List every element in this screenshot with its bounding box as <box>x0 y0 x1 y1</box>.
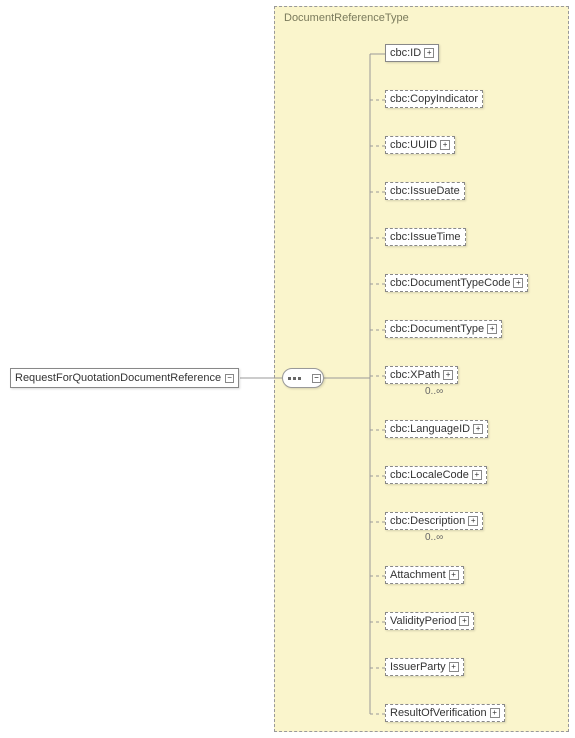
child-element-node[interactable]: cbc:DocumentTypeCode+ <box>385 274 528 292</box>
child-element-node[interactable]: cbc:Description+ <box>385 512 483 530</box>
expand-plus-icon[interactable]: + <box>449 662 459 672</box>
expand-plus-icon[interactable]: + <box>449 570 459 580</box>
child-element-label: cbc:IssueDate <box>390 185 460 197</box>
expand-plus-icon[interactable]: + <box>472 470 482 480</box>
child-element-label: cbc:CopyIndicator <box>390 93 478 105</box>
child-element-label: Attachment <box>390 569 446 581</box>
child-element-label: cbc:LocaleCode <box>390 469 469 481</box>
child-element-node[interactable]: cbc:LanguageID+ <box>385 420 488 438</box>
child-element-label: cbc:UUID <box>390 139 437 151</box>
child-element-node[interactable]: cbc:ID+ <box>385 44 439 62</box>
child-element-label: cbc:ID <box>390 47 421 59</box>
child-element-label: IssuerParty <box>390 661 446 673</box>
child-element-node[interactable]: cbc:CopyIndicator <box>385 90 483 108</box>
type-name-label: DocumentReferenceType <box>284 12 409 24</box>
cardinality-label: 0..∞ <box>425 386 443 397</box>
child-element-node[interactable]: cbc:XPath+ <box>385 366 458 384</box>
root-element-label: RequestForQuotationDocumentReference <box>15 372 221 384</box>
child-element-node[interactable]: cbc:IssueTime <box>385 228 466 246</box>
expand-plus-icon[interactable]: + <box>513 278 523 288</box>
child-element-node[interactable]: IssuerParty+ <box>385 658 464 676</box>
child-element-label: cbc:DocumentType <box>390 323 484 335</box>
child-element-label: cbc:XPath <box>390 369 440 381</box>
expand-plus-icon[interactable]: + <box>487 324 497 334</box>
child-element-label: ValidityPeriod <box>390 615 456 627</box>
expand-plus-icon[interactable]: + <box>440 140 450 150</box>
child-element-node[interactable]: Attachment+ <box>385 566 464 584</box>
child-element-node[interactable]: cbc:LocaleCode+ <box>385 466 487 484</box>
child-element-node[interactable]: cbc:DocumentType+ <box>385 320 502 338</box>
expand-plus-icon[interactable]: + <box>473 424 483 434</box>
expand-plus-icon[interactable]: + <box>443 370 453 380</box>
child-element-node[interactable]: cbc:IssueDate <box>385 182 465 200</box>
child-element-label: cbc:DocumentTypeCode <box>390 277 510 289</box>
expand-plus-icon[interactable]: + <box>490 708 500 718</box>
child-element-node[interactable]: ResultOfVerification+ <box>385 704 505 722</box>
child-element-label: cbc:Description <box>390 515 465 527</box>
child-element-label: ResultOfVerification <box>390 707 487 719</box>
child-element-label: cbc:IssueTime <box>390 231 461 243</box>
expand-plus-icon[interactable]: + <box>459 616 469 626</box>
expand-toggle-icon[interactable]: − <box>225 374 234 383</box>
child-element-node[interactable]: cbc:UUID+ <box>385 136 455 154</box>
expand-plus-icon[interactable]: + <box>468 516 478 526</box>
sequence-dots-icon <box>288 377 301 380</box>
expand-plus-icon[interactable]: + <box>424 48 434 58</box>
child-element-label: cbc:LanguageID <box>390 423 470 435</box>
cardinality-label: 0..∞ <box>425 532 443 543</box>
expand-toggle-icon[interactable]: − <box>312 374 321 383</box>
sequence-compositor[interactable]: − <box>282 368 324 388</box>
root-element-node[interactable]: RequestForQuotationDocumentReference − <box>10 368 239 388</box>
child-element-node[interactable]: ValidityPeriod+ <box>385 612 474 630</box>
